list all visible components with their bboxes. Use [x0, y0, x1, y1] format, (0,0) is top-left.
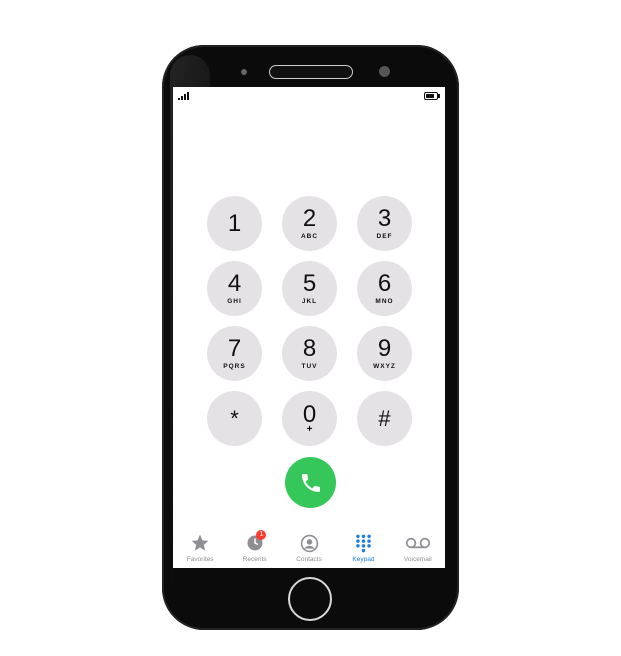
key-digit: 7 — [227, 334, 242, 362]
key-digit: 3 — [377, 204, 392, 232]
tab-label: Favorites — [186, 556, 214, 563]
key-3[interactable]: 3 DEF — [357, 196, 412, 251]
key-digit: 6 — [377, 269, 392, 297]
keypad-grid-icon — [356, 534, 371, 552]
key-star[interactable]: * — [207, 391, 262, 446]
tab-favorites[interactable]: Favorites — [173, 532, 227, 568]
key-8[interactable]: 8 TUV — [282, 326, 337, 381]
tab-voicemail[interactable]: Voicemail — [391, 532, 445, 568]
key-letters: DEF — [376, 232, 393, 240]
key-letters: MNO — [375, 297, 394, 305]
key-hash[interactable]: # — [357, 391, 412, 446]
tab-contacts[interactable]: Contacts — [282, 532, 336, 568]
key-letters: JKL — [301, 297, 318, 305]
voicemail-icon — [405, 537, 430, 549]
recents-badge: 1 — [256, 530, 267, 540]
tab-recents[interactable]: 1 Recents — [227, 530, 281, 568]
signal-icon — [178, 92, 192, 100]
key-digit: 2 — [302, 204, 317, 232]
phone-frame: 1 2 ABC 3 DEF 4 GHI 5 JKL 6 MNO 7 PQRS 8 — [162, 45, 459, 630]
key-6[interactable]: 6 MNO — [357, 261, 412, 316]
key-digit: 8 — [302, 334, 317, 362]
key-digit: 9 — [377, 334, 392, 362]
key-7[interactable]: 7 PQRS — [207, 326, 262, 381]
key-4[interactable]: 4 GHI — [207, 261, 262, 316]
key-0[interactable]: 0 + — [282, 391, 337, 446]
tab-label: Contacts — [296, 556, 322, 563]
front-camera-dot — [241, 69, 247, 75]
key-plus: + — [306, 423, 313, 435]
phone-screen: 1 2 ABC 3 DEF 4 GHI 5 JKL 6 MNO 7 PQRS 8 — [173, 87, 445, 568]
key-digit: 1 — [227, 209, 242, 237]
key-letters: ABC — [300, 232, 319, 240]
phone-icon — [301, 473, 320, 492]
front-sensor — [379, 66, 390, 77]
key-2[interactable]: 2 ABC — [282, 196, 337, 251]
key-letters: PQRS — [223, 362, 246, 370]
key-letters: TUV — [301, 362, 318, 370]
tab-bar: Favorites 1 Recents Contacts Keypad Voic… — [173, 530, 445, 568]
battery-icon — [424, 92, 440, 100]
key-9[interactable]: 9 WXYZ — [357, 326, 412, 381]
key-digit: 4 — [227, 269, 242, 297]
tab-keypad[interactable]: Keypad — [336, 532, 390, 568]
tab-label: Keypad — [352, 556, 375, 563]
key-letters: GHI — [227, 297, 242, 305]
key-digit: * — [230, 405, 239, 431]
star-icon — [191, 534, 209, 551]
call-button[interactable] — [285, 457, 336, 508]
key-letters: WXYZ — [373, 362, 396, 370]
key-digit: 0 — [302, 400, 317, 428]
key-5[interactable]: 5 JKL — [282, 261, 337, 316]
tab-label: Voicemail — [403, 556, 432, 563]
home-button[interactable] — [288, 577, 332, 621]
earpiece-speaker — [269, 65, 353, 79]
key-digit: # — [378, 405, 391, 431]
tab-label: Recents — [242, 556, 267, 563]
key-1[interactable]: 1 — [207, 196, 262, 251]
person-circle-icon — [300, 534, 318, 552]
key-digit: 5 — [302, 269, 317, 297]
